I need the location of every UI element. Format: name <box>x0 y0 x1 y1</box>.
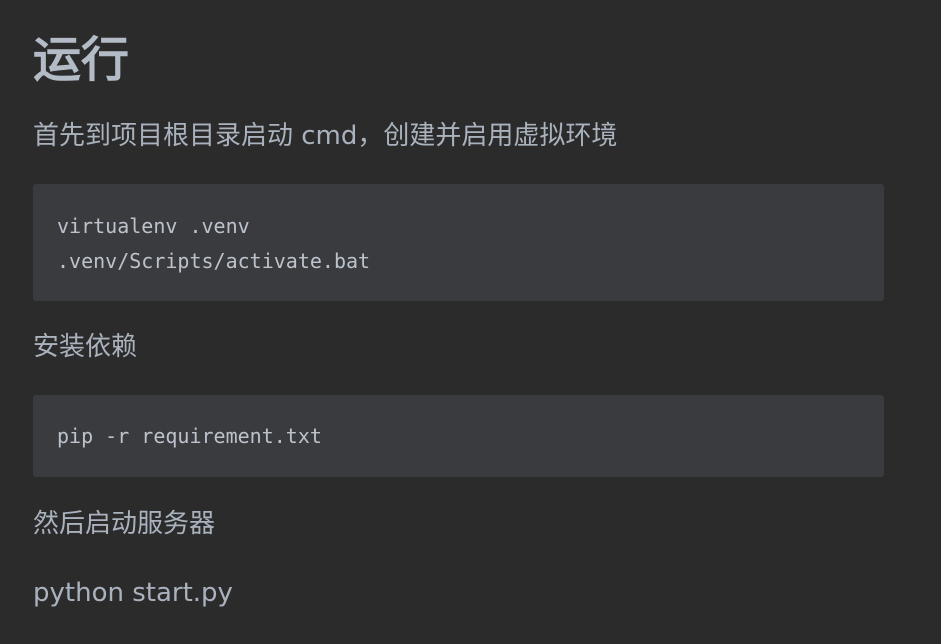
intro-paragraph: 首先到项目根目录启动 cmd，创建并启用虚拟环境 <box>33 121 618 151</box>
install-label: 安装依赖 <box>33 332 138 362</box>
venv-code-block[interactable]: virtualenv .venv .venv/Scripts/activate.… <box>33 184 884 301</box>
section-heading: 运行 <box>33 32 130 88</box>
code-line: .venv/Scripts/activate.bat <box>57 249 371 273</box>
start-command: python start.py <box>33 578 233 608</box>
code-line: pip -r requirement.txt <box>57 424 322 448</box>
start-label: 然后启动服务器 <box>33 509 216 539</box>
code-line: virtualenv .venv <box>57 214 250 238</box>
install-code-block[interactable]: pip -r requirement.txt <box>33 395 884 477</box>
